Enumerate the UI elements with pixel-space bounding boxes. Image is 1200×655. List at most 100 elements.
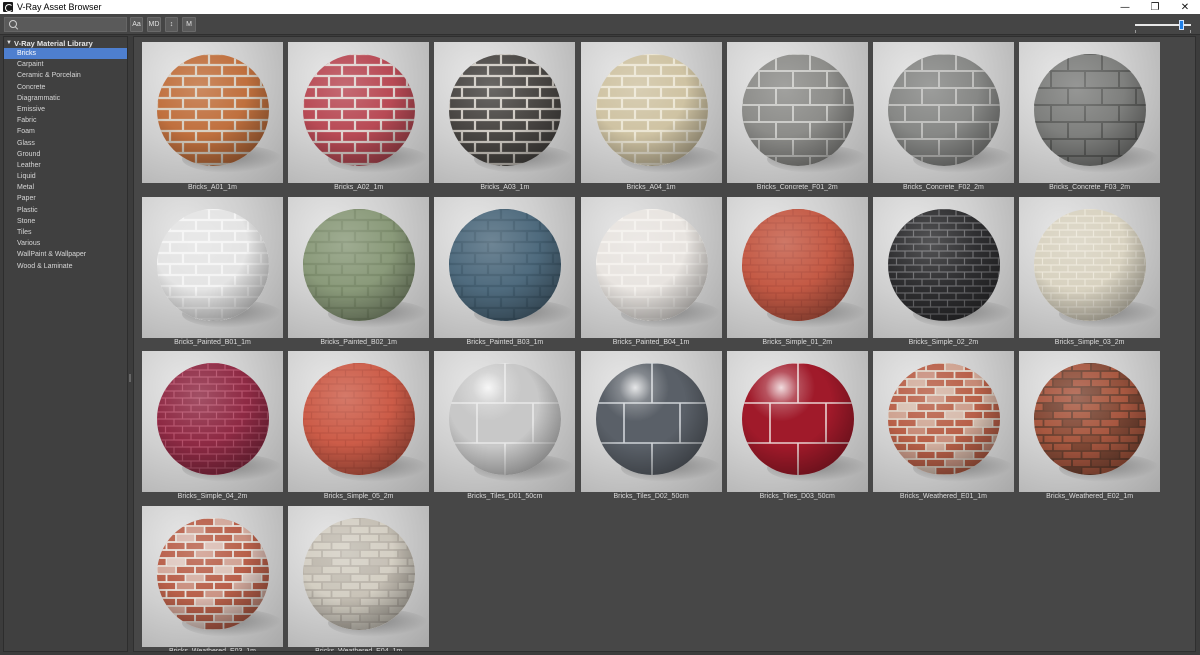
material-tile[interactable]: Bricks_Concrete_F01_2m: [726, 42, 868, 191]
window-controls: — ❐ ✕: [1110, 0, 1200, 14]
collapse-arrow-icon[interactable]: ▼: [5, 39, 13, 47]
material-name: Bricks_Painted_B02_1m: [320, 338, 398, 346]
material-name: Bricks_Weathered_E02_1m: [1046, 493, 1134, 500]
slider-thumb[interactable]: [1179, 20, 1185, 30]
material-name: Bricks_Simple_04_2m: [177, 493, 248, 500]
material-name: Bricks_Simple_02_2m: [908, 338, 979, 346]
vray-logo-icon: [3, 2, 13, 12]
sidebar-item-wood-laminate[interactable]: Wood & Laminate: [4, 261, 127, 272]
search-box[interactable]: [4, 17, 128, 32]
material-preview: [580, 42, 722, 183]
restore-button[interactable]: ❐: [1140, 0, 1170, 14]
sidebar-item-metal[interactable]: Metal: [4, 182, 127, 193]
material-preview: [434, 196, 576, 338]
sidebar-item-fabric[interactable]: Fabric: [4, 115, 127, 126]
sidebar-item-diagrammatic[interactable]: Diagrammatic: [4, 93, 127, 104]
material-name: Bricks_A04_1m: [626, 184, 676, 191]
material-sphere: [1034, 363, 1147, 475]
material-tile[interactable]: Bricks_Tiles_D02_50cm: [580, 351, 722, 500]
sphere-shading: [449, 363, 562, 475]
window-title: V-Ray Asset Browser: [17, 2, 102, 12]
material-tile[interactable]: Bricks_Simple_01_2m: [726, 196, 868, 346]
material-name: Bricks_Simple_03_2m: [1054, 338, 1125, 346]
material-preview: [288, 505, 430, 647]
match-case-button[interactable]: Aa: [130, 17, 143, 32]
material-tile[interactable]: Bricks_Painted_B04_1m: [580, 196, 722, 346]
material-sphere: [595, 208, 708, 321]
material-sphere: [887, 54, 1000, 166]
material-sphere: [1034, 208, 1147, 321]
material-button[interactable]: M: [182, 17, 196, 32]
sidebar-item-glass[interactable]: Glass: [4, 138, 127, 149]
material-tile[interactable]: Bricks_A04_1m: [580, 42, 722, 191]
metadata-button[interactable]: MD: [147, 17, 161, 32]
sidebar-item-stone[interactable]: Stone: [4, 216, 127, 227]
material-tile[interactable]: Bricks_Painted_B02_1m: [288, 196, 430, 346]
minimize-button[interactable]: —: [1110, 0, 1140, 14]
sidebar-item-foam[interactable]: Foam: [4, 126, 127, 137]
material-sphere: [1034, 54, 1147, 166]
material-tile[interactable]: Bricks_Simple_05_2m: [288, 351, 430, 500]
material-name: Bricks_Weathered_E04_1m: [315, 647, 403, 652]
tree-root[interactable]: ▼ V-Ray Material Library: [4, 38, 127, 48]
sphere-shading: [887, 54, 1000, 166]
category-tree: ▼ V-Ray Material Library Bricks Carpaint C…: [3, 36, 128, 652]
slider-ticks: [1135, 30, 1191, 33]
material-name: Bricks_Concrete_F01_2m: [756, 184, 838, 191]
search-input[interactable]: [8, 19, 128, 30]
material-tile[interactable]: Bricks_Simple_03_2m: [1019, 196, 1161, 346]
material-tile[interactable]: Bricks_Concrete_F02_2m: [872, 42, 1014, 191]
sidebar-item-emissive[interactable]: Emissive: [4, 104, 127, 115]
sidebar-item-liquid[interactable]: Liquid: [4, 171, 127, 182]
material-preview: [726, 351, 868, 492]
sphere-shading: [595, 54, 708, 166]
sphere-shading: [1034, 54, 1147, 166]
material-name: Bricks_A01_1m: [187, 184, 238, 191]
sidebar-item-tiles[interactable]: Tiles: [4, 227, 127, 238]
material-tile[interactable]: Bricks_Concrete_F03_2m: [1019, 42, 1161, 191]
material-tile[interactable]: Bricks_Tiles_D01_50cm: [434, 351, 576, 500]
material-preview: [580, 196, 722, 338]
material-name: Bricks_Tiles_D01_50cm: [467, 493, 543, 500]
sidebar-item-bricks[interactable]: Bricks: [4, 48, 127, 60]
material-name: Bricks_Painted_B03_1m: [466, 338, 544, 346]
material-tile[interactable]: Bricks_A01_1m: [142, 42, 283, 191]
sidebar-item-plastic[interactable]: Plastic: [4, 205, 127, 216]
material-tile[interactable]: Bricks_Weathered_E03_1m: [142, 505, 283, 651]
material-tile[interactable]: Bricks_Painted_B01_1m: [142, 196, 283, 346]
material-tile[interactable]: Bricks_Tiles_D03_50cm: [726, 351, 868, 500]
material-tile[interactable]: Bricks_Weathered_E01_1m: [872, 351, 1014, 500]
material-tile[interactable]: Bricks_A02_1m: [288, 42, 430, 191]
material-sphere: [157, 517, 269, 630]
material-name: Bricks_Painted_B01_1m: [174, 338, 251, 346]
sidebar-item-ceramic-porcelain[interactable]: Ceramic & Porcelain: [4, 70, 127, 81]
material-preview: [872, 42, 1014, 183]
sphere-shading: [157, 54, 269, 166]
sphere-shading: [741, 54, 854, 166]
sidebar-item-wallpaint-wallpaper[interactable]: WallPaint & Wallpaper: [4, 249, 127, 260]
sidebar-item-paper[interactable]: Paper: [4, 193, 127, 204]
material-tile[interactable]: Bricks_Painted_B03_1m: [434, 196, 576, 346]
sidebar-item-concrete[interactable]: Concrete: [4, 82, 127, 93]
sphere-shading: [741, 208, 854, 321]
material-sphere: [887, 363, 1000, 475]
material-tile[interactable]: Bricks_A03_1m: [434, 42, 576, 191]
material-tile[interactable]: Bricks_Weathered_E02_1m: [1019, 351, 1161, 500]
material-tile[interactable]: Bricks_Simple_02_2m: [872, 196, 1014, 346]
sidebar-item-leather[interactable]: Leather: [4, 160, 127, 171]
material-sphere: [887, 208, 1000, 321]
close-button[interactable]: ✕: [1170, 0, 1200, 14]
material-tile[interactable]: Bricks_Simple_04_2m: [142, 351, 283, 500]
material-sphere: [157, 54, 269, 166]
material-sphere: [303, 54, 416, 166]
sidebar-item-carpaint[interactable]: Carpaint: [4, 59, 127, 70]
sidebar-item-various[interactable]: Various: [4, 238, 127, 249]
toolbar: Aa MD ↕ M: [0, 14, 1200, 35]
thumbnail-size-slider[interactable]: [1135, 18, 1195, 34]
material-preview: [1019, 351, 1161, 492]
material-tile[interactable]: Bricks_Weathered_E04_1m: [288, 505, 430, 651]
sidebar-item-ground[interactable]: Ground: [4, 149, 127, 160]
material-preview: [142, 351, 283, 492]
panel-splitter[interactable]: [128, 36, 132, 652]
sort-button[interactable]: ↕: [165, 17, 178, 32]
